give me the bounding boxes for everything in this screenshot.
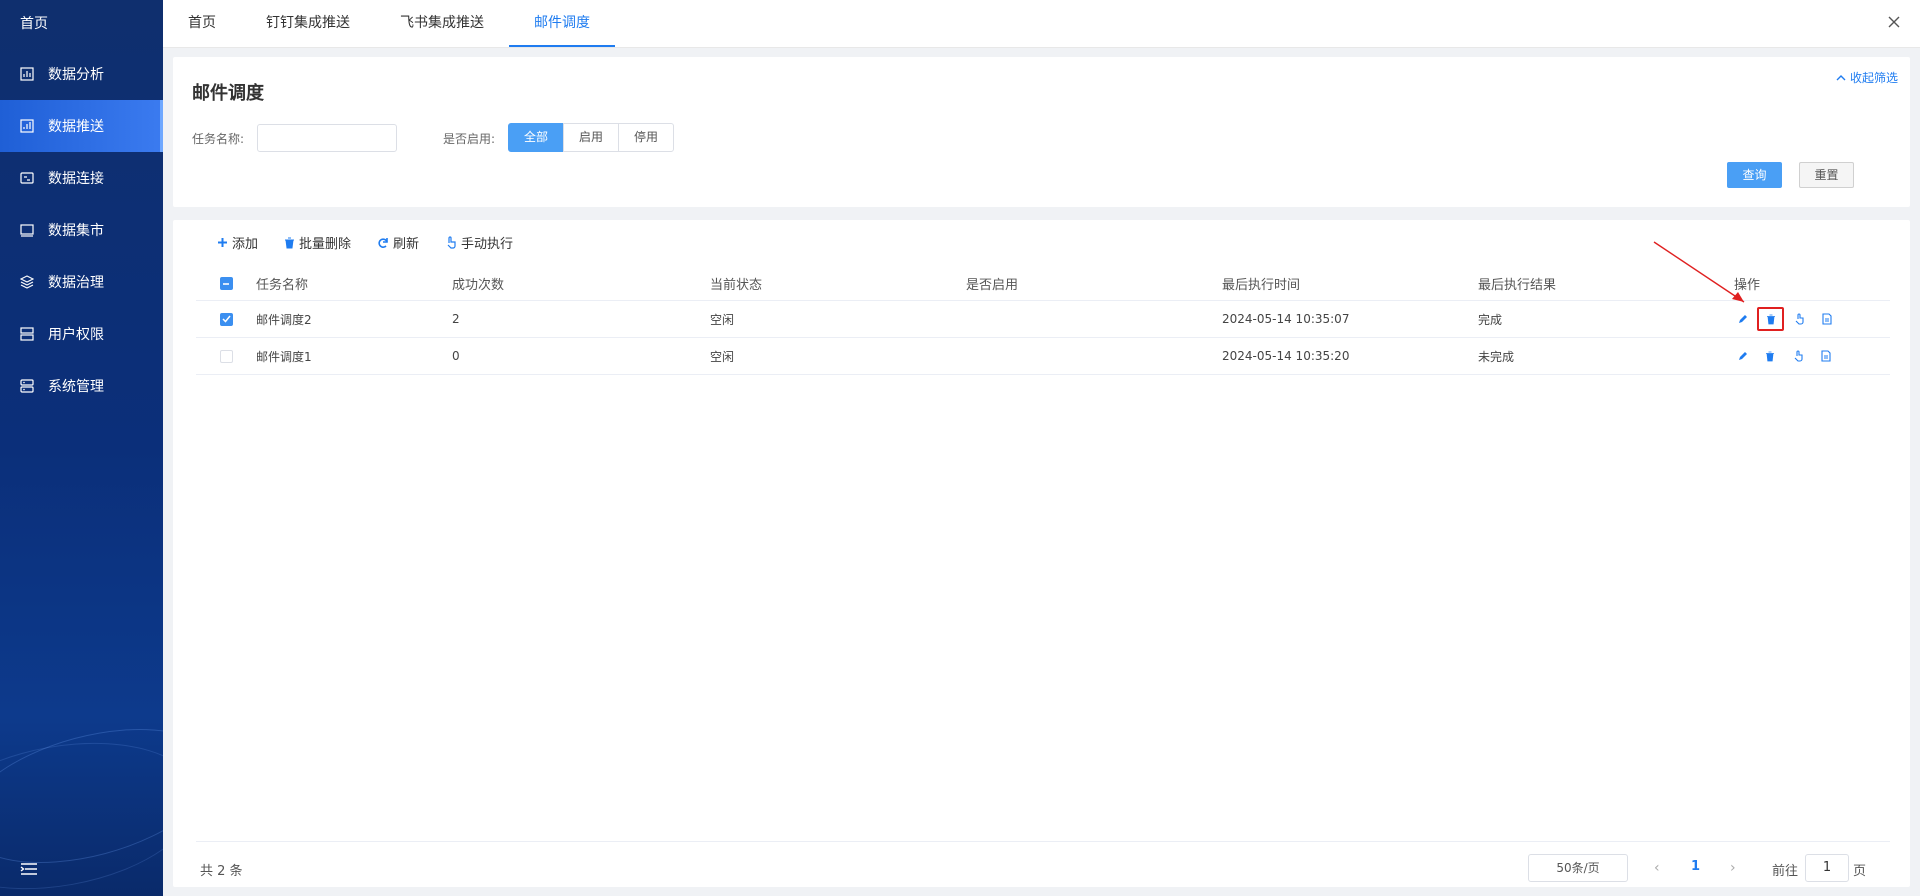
layers-icon bbox=[20, 275, 34, 289]
query-button[interactable]: 查询 bbox=[1727, 162, 1782, 188]
tab-bar: 首页 钉钉集成推送 飞书集成推送 邮件调度 bbox=[163, 0, 1920, 48]
collapse-filter-label: 收起筛选 bbox=[1849, 71, 1898, 85]
tab-dingtalk-push[interactable]: 钉钉集成推送 bbox=[241, 1, 375, 47]
plus-icon bbox=[217, 237, 228, 248]
refresh-label: 刷新 bbox=[393, 237, 420, 252]
cell-task-name: 邮件调度1 bbox=[256, 349, 312, 364]
cell-success-count: 2 bbox=[452, 312, 460, 326]
row-checkbox[interactable] bbox=[219, 349, 233, 363]
next-page-icon[interactable]: › bbox=[1730, 860, 1736, 876]
table-row: 邮件调度1 0 空闲 2024-05-14 10:35:20 未完成 bbox=[196, 338, 1890, 375]
manual-run-label: 手动执行 bbox=[461, 237, 514, 252]
select-all-checkbox[interactable] bbox=[219, 277, 233, 290]
task-name-input[interactable] bbox=[257, 124, 397, 152]
sidebar-item-data-analysis[interactable]: 数据分析 bbox=[0, 48, 163, 100]
segment-enabled[interactable]: 启用 bbox=[563, 123, 619, 152]
sidebar-item-label: 系统管理 bbox=[48, 379, 104, 395]
add-button[interactable]: 添加 bbox=[217, 233, 258, 252]
table-toolbar: 添加 批量删除 刷新 手动执行 bbox=[217, 233, 513, 252]
cell-last-exec-time: 2024-05-14 10:35:07 bbox=[1222, 312, 1350, 326]
tab-home[interactable]: 首页 bbox=[163, 1, 241, 47]
sidebar-item-label: 数据治理 bbox=[48, 275, 104, 291]
sidebar-home[interactable]: 首页 bbox=[0, 0, 163, 48]
page-size-select[interactable]: 50条/页 bbox=[1528, 854, 1628, 882]
table-header: 任务名称 成功次数 当前状态 是否启用 最后执行时间 最后执行结果 操作 bbox=[196, 267, 1890, 301]
cell-last-exec-result: 未完成 bbox=[1478, 349, 1515, 364]
edit-icon[interactable] bbox=[1734, 348, 1750, 364]
prev-page-icon[interactable]: ‹ bbox=[1654, 860, 1660, 876]
pager-total: 共 2 条 bbox=[200, 864, 243, 879]
sidebar-item-data-connect[interactable]: 数据连接 bbox=[0, 152, 163, 204]
refresh-button[interactable]: 刷新 bbox=[377, 233, 419, 252]
sidebar-item-user-permission[interactable]: 用户权限 bbox=[0, 308, 163, 360]
cell-last-exec-result: 完成 bbox=[1478, 312, 1503, 327]
user-icon bbox=[20, 327, 34, 341]
table-row: 邮件调度2 2 空闲 2024-05-14 10:35:07 完成 bbox=[196, 301, 1890, 338]
market-icon bbox=[20, 223, 34, 237]
cell-success-count: 0 bbox=[452, 349, 460, 363]
log-icon[interactable] bbox=[1819, 311, 1835, 327]
collapse-filter-button[interactable]: 收起筛选 bbox=[1836, 69, 1898, 86]
cell-current-status: 空闲 bbox=[710, 312, 735, 327]
sidebar-item-data-market[interactable]: 数据集市 bbox=[0, 204, 163, 256]
reset-button[interactable]: 重置 bbox=[1799, 162, 1854, 188]
segment-disabled[interactable]: 停用 bbox=[618, 123, 674, 152]
filter-panel: 邮件调度 收起筛选 任务名称: 是否启用: 全部 启用 停用 查询 重置 bbox=[173, 57, 1910, 207]
close-icon[interactable] bbox=[1886, 14, 1902, 30]
delete-icon[interactable] bbox=[1762, 348, 1778, 364]
cell-last-exec-time: 2024-05-14 10:35:20 bbox=[1222, 349, 1350, 363]
chart-icon bbox=[20, 67, 34, 81]
goto-label: 前往 bbox=[1772, 864, 1799, 879]
chevron-up-icon bbox=[1836, 74, 1846, 82]
manual-run-button[interactable]: 手动执行 bbox=[445, 233, 513, 252]
tab-mail-schedule[interactable]: 邮件调度 bbox=[509, 1, 615, 47]
sidebar-item-data-governance[interactable]: 数据治理 bbox=[0, 256, 163, 308]
sidebar-item-system-management[interactable]: 系统管理 bbox=[0, 360, 163, 412]
run-icon[interactable] bbox=[1791, 311, 1807, 327]
push-icon bbox=[20, 119, 34, 133]
sidebar-item-label: 数据连接 bbox=[48, 171, 104, 187]
sidebar-item-label: 数据集市 bbox=[48, 223, 104, 239]
header-current-status: 当前状态 bbox=[710, 278, 763, 293]
header-actions: 操作 bbox=[1734, 278, 1761, 293]
enabled-label: 是否启用: bbox=[443, 132, 496, 146]
page-unit-label: 页 bbox=[1853, 864, 1867, 879]
segment-all[interactable]: 全部 bbox=[508, 123, 564, 152]
cell-current-status: 空闲 bbox=[710, 349, 735, 364]
trash-icon bbox=[284, 237, 295, 249]
batch-delete-button[interactable]: 批量删除 bbox=[284, 233, 351, 252]
add-label: 添加 bbox=[232, 237, 259, 252]
header-enabled: 是否启用 bbox=[966, 278, 1019, 293]
cell-task-name: 邮件调度2 bbox=[256, 312, 312, 327]
batch-delete-label: 批量删除 bbox=[299, 237, 352, 252]
tab-feishu-push[interactable]: 飞书集成推送 bbox=[375, 1, 509, 47]
row-checkbox[interactable] bbox=[219, 312, 233, 326]
header-last-exec-result: 最后执行结果 bbox=[1478, 278, 1557, 293]
header-last-exec-time: 最后执行时间 bbox=[1222, 278, 1301, 293]
run-icon[interactable] bbox=[1790, 348, 1806, 364]
header-success-count: 成功次数 bbox=[452, 278, 505, 293]
sidebar-item-label: 数据分析 bbox=[48, 67, 104, 83]
sidebar-item-label: 数据推送 bbox=[48, 119, 104, 135]
edit-icon[interactable] bbox=[1734, 311, 1750, 327]
hand-pointer-icon bbox=[445, 236, 457, 249]
connect-icon bbox=[20, 171, 34, 185]
settings-icon bbox=[20, 379, 34, 393]
sidebar-item-data-push[interactable]: 数据推送 bbox=[0, 100, 163, 152]
pager-divider bbox=[196, 841, 1890, 842]
log-icon[interactable] bbox=[1818, 348, 1834, 364]
task-name-label: 任务名称: bbox=[192, 132, 245, 146]
goto-page-input[interactable]: 1 bbox=[1805, 854, 1849, 882]
sidebar-item-label: 用户权限 bbox=[48, 327, 104, 343]
sidebar: 首页 数据分析 数据推送 数据连接 数据集市 数据治理 用户权限 系统管理 bbox=[0, 0, 163, 896]
delete-icon[interactable] bbox=[1757, 307, 1784, 331]
enabled-segmented-control: 全部 启用 停用 bbox=[508, 123, 674, 152]
page-title: 邮件调度 bbox=[192, 83, 264, 104]
refresh-icon bbox=[377, 237, 389, 249]
task-table-panel: 添加 批量删除 刷新 手动执行 任务名称 成功次数 当前状态 是否启用 最后执行… bbox=[173, 220, 1910, 887]
menu-collapse-icon[interactable] bbox=[20, 862, 38, 876]
header-task-name: 任务名称 bbox=[256, 278, 309, 293]
current-page-number[interactable]: 1 bbox=[1691, 859, 1700, 874]
